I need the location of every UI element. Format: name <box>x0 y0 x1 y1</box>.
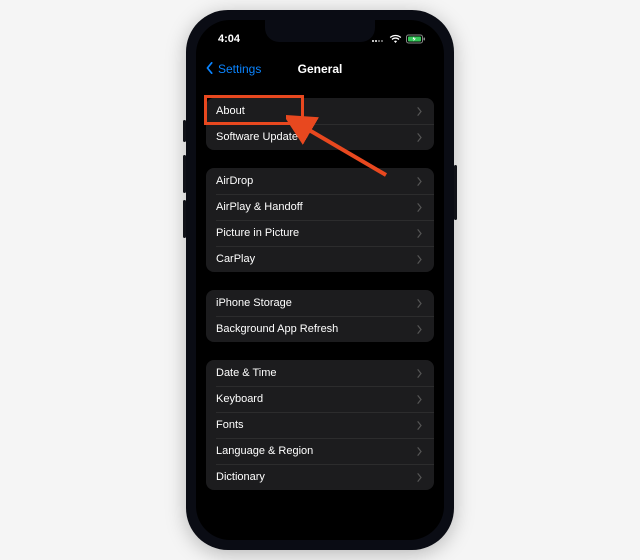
settings-group-3: iPhone Storage Background App Refresh <box>206 290 434 342</box>
row-label: Fonts <box>216 419 244 431</box>
chevron-right-icon <box>415 395 424 404</box>
row-iphone-storage[interactable]: iPhone Storage <box>206 290 434 316</box>
chevron-right-icon <box>415 369 424 378</box>
row-label: Software Update <box>216 131 298 143</box>
chevron-right-icon <box>415 203 424 212</box>
settings-group-1: About Software Update <box>206 98 434 150</box>
side-button <box>183 120 186 142</box>
row-fonts[interactable]: Fonts <box>206 412 434 438</box>
notch <box>265 20 375 42</box>
row-airplay-handoff[interactable]: AirPlay & Handoff <box>206 194 434 220</box>
row-label: iPhone Storage <box>216 297 292 309</box>
status-right <box>371 34 426 44</box>
cellular-dots-icon <box>371 35 385 43</box>
phone-frame: 4:04 Settings General <box>186 10 454 550</box>
volume-down-button <box>183 200 186 238</box>
row-date-time[interactable]: Date & Time <box>206 360 434 386</box>
chevron-left-icon <box>204 62 216 77</box>
row-language-region[interactable]: Language & Region <box>206 438 434 464</box>
chevron-right-icon <box>415 177 424 186</box>
content: About Software Update AirDrop AirPlay & … <box>196 84 444 490</box>
row-label: Keyboard <box>216 393 263 405</box>
row-keyboard[interactable]: Keyboard <box>206 386 434 412</box>
chevron-right-icon <box>415 255 424 264</box>
row-airdrop[interactable]: AirDrop <box>206 168 434 194</box>
status-time: 4:04 <box>218 33 240 45</box>
chevron-right-icon <box>415 325 424 334</box>
row-label: AirDrop <box>216 175 253 187</box>
row-dictionary[interactable]: Dictionary <box>206 464 434 490</box>
chevron-right-icon <box>415 299 424 308</box>
row-label: About <box>216 105 245 117</box>
wifi-icon <box>389 34 402 44</box>
power-button <box>454 165 457 220</box>
row-software-update[interactable]: Software Update <box>206 124 434 150</box>
battery-charging-icon <box>406 34 426 44</box>
chevron-right-icon <box>415 447 424 456</box>
chevron-right-icon <box>415 473 424 482</box>
settings-group-4: Date & Time Keyboard Fonts Language & Re… <box>206 360 434 490</box>
chevron-right-icon <box>415 421 424 430</box>
row-about[interactable]: About <box>206 98 434 124</box>
row-background-app-refresh[interactable]: Background App Refresh <box>206 316 434 342</box>
back-label: Settings <box>218 62 261 76</box>
chevron-right-icon <box>415 229 424 238</box>
row-label: Date & Time <box>216 367 277 379</box>
row-label: Dictionary <box>216 471 265 483</box>
nav-bar: Settings General <box>196 54 444 84</box>
chevron-right-icon <box>415 107 424 116</box>
page-title: General <box>298 62 343 76</box>
chevron-right-icon <box>415 133 424 142</box>
row-label: Language & Region <box>216 445 313 457</box>
row-picture-in-picture[interactable]: Picture in Picture <box>206 220 434 246</box>
row-label: Picture in Picture <box>216 227 299 239</box>
settings-group-2: AirDrop AirPlay & Handoff Picture in Pic… <box>206 168 434 272</box>
volume-up-button <box>183 155 186 193</box>
row-carplay[interactable]: CarPlay <box>206 246 434 272</box>
screen: 4:04 Settings General <box>196 20 444 540</box>
back-button[interactable]: Settings <box>204 62 261 77</box>
row-label: CarPlay <box>216 253 255 265</box>
row-label: AirPlay & Handoff <box>216 201 303 213</box>
row-label: Background App Refresh <box>216 323 338 335</box>
